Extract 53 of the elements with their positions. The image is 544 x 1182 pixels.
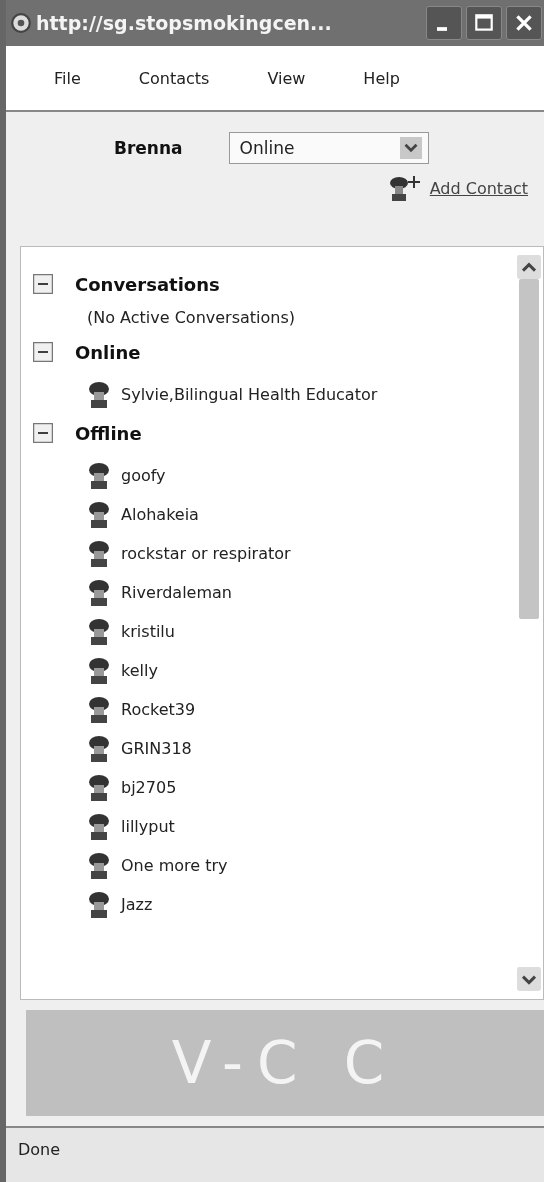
minimize-icon xyxy=(437,27,447,31)
add-contact-link[interactable]: Add Contact xyxy=(429,178,528,198)
contact-name[interactable]: Rocket39 xyxy=(121,700,196,719)
person-icon xyxy=(87,773,111,802)
person-icon xyxy=(87,578,111,607)
contact-name[interactable]: rockstar or respirator xyxy=(121,544,291,563)
contact-name[interactable]: Sylvie,Bilingual Health Educator xyxy=(121,385,378,404)
menu-item[interactable]: File xyxy=(54,68,81,88)
contact-name[interactable]: lillyput xyxy=(121,817,175,836)
contact-name[interactable]: One more try xyxy=(121,856,228,875)
scroll-thumb[interactable] xyxy=(519,279,539,619)
contact-name[interactable]: Riverdaleman xyxy=(121,583,232,602)
maximize-icon xyxy=(473,12,495,34)
close-icon xyxy=(513,12,535,34)
contact-name[interactable]: kristilu xyxy=(121,622,175,641)
group-heading: Offline xyxy=(75,422,142,444)
scroll-up-icon[interactable] xyxy=(517,255,541,279)
menu-item[interactable]: Help xyxy=(363,68,400,88)
close-button[interactable] xyxy=(506,6,542,40)
maximize-button[interactable] xyxy=(466,6,502,40)
person-icon xyxy=(87,539,111,568)
status-dropdown[interactable]: Online xyxy=(228,132,429,164)
empty-note: (No Active Conversations) xyxy=(86,307,297,329)
person-icon xyxy=(87,695,111,724)
menu-item[interactable]: Contacts xyxy=(138,68,210,88)
collapse-toggle-icon[interactable] xyxy=(33,274,53,294)
user-name: Brenna xyxy=(114,138,183,158)
scroll-down-icon[interactable] xyxy=(517,967,541,991)
contact-name[interactable]: goofy xyxy=(121,466,166,485)
person-icon xyxy=(87,734,111,763)
person-icon xyxy=(87,890,111,919)
contact-name[interactable]: bj2705 xyxy=(121,778,177,797)
person-icon xyxy=(87,617,111,646)
group-heading: Conversations xyxy=(75,273,220,295)
add-person-icon xyxy=(387,174,422,202)
browser-icon xyxy=(10,12,32,34)
person-icon xyxy=(87,500,111,529)
menu-item[interactable]: View xyxy=(267,68,306,88)
collapse-toggle-icon[interactable] xyxy=(33,342,53,362)
window-title: http://sg.stopsmokingcen... xyxy=(36,12,333,34)
group-heading: Online xyxy=(75,341,141,363)
contact-name[interactable]: GRIN318 xyxy=(121,739,192,758)
person-icon xyxy=(87,812,111,841)
status-text: Done xyxy=(6,1126,544,1182)
person-icon xyxy=(87,851,111,880)
person-icon xyxy=(87,380,111,409)
person-icon xyxy=(87,461,111,490)
contact-name[interactable]: kelly xyxy=(121,661,158,680)
contact-name[interactable]: Alohakeia xyxy=(121,505,199,524)
person-icon xyxy=(87,656,111,685)
contact-name[interactable]: Jazz xyxy=(121,895,153,914)
collapse-toggle-icon[interactable] xyxy=(33,423,53,443)
minimize-button[interactable] xyxy=(426,6,462,40)
